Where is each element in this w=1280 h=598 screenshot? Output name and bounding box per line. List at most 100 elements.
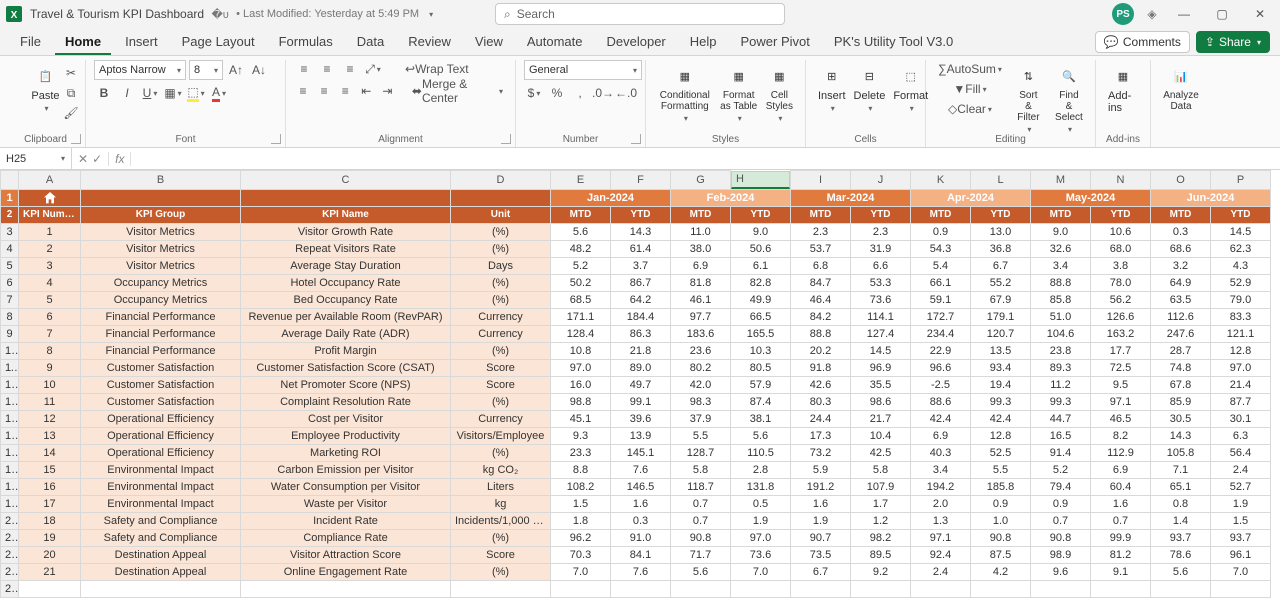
clipboard-launcher[interactable]: [71, 134, 81, 144]
cell-unit[interactable]: (%): [451, 393, 551, 410]
cell-value[interactable]: 49.7: [611, 376, 671, 393]
cell-value[interactable]: 1.3: [911, 512, 971, 529]
border-button[interactable]: ▦▾: [163, 84, 183, 102]
cell-value[interactable]: 19.4: [971, 376, 1031, 393]
cell-kpi-name[interactable]: Online Engagement Rate: [241, 563, 451, 580]
copy-button[interactable]: ⧉: [61, 84, 81, 102]
cell-value[interactable]: 91.4: [1031, 444, 1091, 461]
cell-kpi-name[interactable]: Water Consumption per Visitor: [241, 478, 451, 495]
cell-value[interactable]: 14.3: [1151, 427, 1211, 444]
sort-filter-button[interactable]: ⇅Sort & Filter▾: [1012, 60, 1045, 134]
align-left-button[interactable]: ≡: [294, 82, 312, 100]
cell-value[interactable]: 126.6: [1091, 308, 1151, 325]
cell-value[interactable]: 50.6: [731, 240, 791, 257]
cell-value[interactable]: 1.8: [551, 512, 611, 529]
cell-value[interactable]: 68.5: [551, 291, 611, 308]
col-header[interactable]: L: [971, 171, 1031, 190]
tab-insert[interactable]: Insert: [115, 30, 168, 55]
row-header[interactable]: 15: [1, 427, 19, 444]
cell-value[interactable]: 73.6: [851, 291, 911, 308]
cell-value[interactable]: 183.6: [671, 325, 731, 342]
align-bottom-button[interactable]: ≡: [340, 60, 360, 78]
col-header[interactable]: M: [1031, 171, 1091, 190]
row-header[interactable]: 16: [1, 444, 19, 461]
cell-unit[interactable]: (%): [451, 342, 551, 359]
cell-kpi-name[interactable]: Cost per Visitor: [241, 410, 451, 427]
cell-value[interactable]: 7.1: [1151, 461, 1211, 478]
cell-value[interactable]: 9.0: [731, 223, 791, 240]
cell-kpi-name[interactable]: Complaint Resolution Rate: [241, 393, 451, 410]
cell-value[interactable]: 1.9: [1211, 495, 1271, 512]
cell-value[interactable]: 9.3: [551, 427, 611, 444]
cell-unit[interactable]: (%): [451, 563, 551, 580]
cell-value[interactable]: 53.3: [851, 274, 911, 291]
cell-value[interactable]: 38.1: [731, 410, 791, 427]
cell-value[interactable]: 53.7: [791, 240, 851, 257]
cell-value[interactable]: 45.1: [551, 410, 611, 427]
cell-value[interactable]: 1.0: [971, 512, 1031, 529]
cell-value[interactable]: 14.5: [1211, 223, 1271, 240]
font-launcher[interactable]: [271, 134, 281, 144]
number-launcher[interactable]: [631, 134, 641, 144]
font-color-button[interactable]: A▾: [209, 84, 229, 102]
search-input[interactable]: ⌕ Search: [495, 3, 785, 25]
cell-value[interactable]: 0.5: [731, 495, 791, 512]
cell-value[interactable]: 59.1: [911, 291, 971, 308]
minimize-button[interactable]: —: [1170, 3, 1198, 25]
cell-kpi-name[interactable]: Visitor Growth Rate: [241, 223, 451, 240]
cell-value[interactable]: 64.9: [1151, 274, 1211, 291]
cell-value[interactable]: 42.5: [851, 444, 911, 461]
spreadsheet-grid[interactable]: A B C D E F G H I J K L M N O P 1Jan-202…: [0, 170, 1280, 598]
cell-kpi-name[interactable]: Customer Satisfaction Score (CSAT): [241, 359, 451, 376]
cell-kpi-group[interactable]: Occupancy Metrics: [81, 274, 241, 291]
comma-button[interactable]: ,: [570, 84, 590, 102]
cell-kpi-name[interactable]: Revenue per Available Room (RevPAR): [241, 308, 451, 325]
analyze-data-button[interactable]: 📊Analyze Data: [1159, 60, 1203, 112]
cell-value[interactable]: 52.7: [1211, 478, 1271, 495]
cell-value[interactable]: 87.7: [1211, 393, 1271, 410]
cell-value[interactable]: 79.4: [1031, 478, 1091, 495]
cell-value[interactable]: 97.1: [911, 529, 971, 546]
cell-value[interactable]: 128.4: [551, 325, 611, 342]
row-header[interactable]: 6: [1, 274, 19, 291]
cell-unit[interactable]: Currency: [451, 410, 551, 427]
cell-kpi-number[interactable]: 17: [19, 495, 81, 512]
cell-value[interactable]: 98.9: [1031, 546, 1091, 563]
row-header[interactable]: 20: [1, 512, 19, 529]
cell-kpi-number[interactable]: 16: [19, 478, 81, 495]
cell-value[interactable]: 128.7: [671, 444, 731, 461]
tab-help[interactable]: Help: [680, 30, 727, 55]
cell-value[interactable]: 36.8: [971, 240, 1031, 257]
cell-kpi-name[interactable]: Average Stay Duration: [241, 257, 451, 274]
cell-value[interactable]: 11.2: [1031, 376, 1091, 393]
cell-value[interactable]: 6.6: [851, 257, 911, 274]
cut-button[interactable]: ✂: [61, 64, 81, 82]
cell-kpi-number[interactable]: 3: [19, 257, 81, 274]
cell-value[interactable]: 32.6: [1031, 240, 1091, 257]
select-all-corner[interactable]: [1, 171, 19, 190]
row-header[interactable]: 11: [1, 359, 19, 376]
cell-unit[interactable]: Currency: [451, 308, 551, 325]
cell-value[interactable]: 93.4: [971, 359, 1031, 376]
font-name-select[interactable]: Aptos Narrow▾: [94, 60, 186, 80]
cell-value[interactable]: 21.7: [851, 410, 911, 427]
cell-value[interactable]: 73.2: [791, 444, 851, 461]
cell-value[interactable]: 23.6: [671, 342, 731, 359]
cell-kpi-number[interactable]: 20: [19, 546, 81, 563]
cell-value[interactable]: 23.8: [1031, 342, 1091, 359]
row-header[interactable]: 10: [1, 342, 19, 359]
cell-value[interactable]: 191.2: [791, 478, 851, 495]
cell-value[interactable]: 12.8: [971, 427, 1031, 444]
cell-value[interactable]: 57.9: [731, 376, 791, 393]
cell-kpi-number[interactable]: 6: [19, 308, 81, 325]
cell-kpi-group[interactable]: Visitor Metrics: [81, 257, 241, 274]
tab-pk-utility[interactable]: PK's Utility Tool V3.0: [824, 30, 963, 55]
cell-value[interactable]: 35.5: [851, 376, 911, 393]
home-icon-cell[interactable]: [19, 189, 81, 206]
cell-value[interactable]: 172.7: [911, 308, 971, 325]
cell-value[interactable]: 5.9: [791, 461, 851, 478]
cell-value[interactable]: 0.9: [1031, 495, 1091, 512]
cell-kpi-number[interactable]: 19: [19, 529, 81, 546]
cell-kpi-number[interactable]: 7: [19, 325, 81, 342]
cell-value[interactable]: 61.4: [611, 240, 671, 257]
